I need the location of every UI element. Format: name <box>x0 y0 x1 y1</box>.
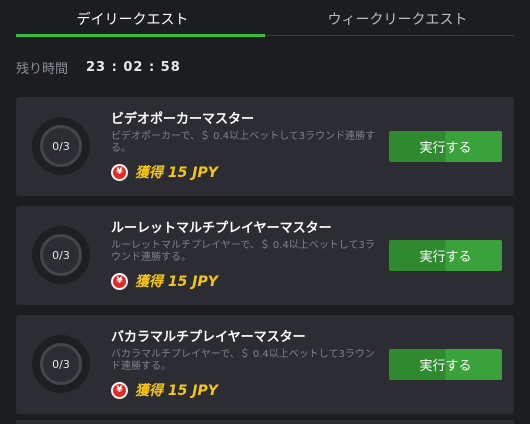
quest-reward: ¥ 獲得 15 JPY <box>111 162 218 182</box>
progress-count: 0/3 <box>40 343 82 385</box>
progress-count: 0/3 <box>40 234 82 276</box>
tab-divider <box>265 35 514 36</box>
next-card-edge <box>16 420 514 424</box>
quest-description: ビデオポーカーで、＄ 0.4以上ベットして3ラウンド連勝する。 <box>111 131 376 154</box>
tab-daily-label: デイリークエスト <box>76 11 189 28</box>
progress-ring: 0/3 <box>32 226 90 284</box>
remaining-time-label: 残り時間 <box>16 61 69 77</box>
execute-button[interactable]: 実行する <box>389 240 502 271</box>
quest-title: ビデオポーカーマスター <box>111 112 255 127</box>
progress-ring: 0/3 <box>32 335 90 393</box>
execute-button[interactable]: 実行する <box>389 131 502 162</box>
quest-title: ルーレットマルチプレイヤーマスター <box>111 221 332 236</box>
tab-daily-quest[interactable]: デイリークエスト <box>0 0 265 37</box>
quest-reward: ¥ 獲得 15 JPY <box>111 271 218 291</box>
quest-description: ルーレットマルチプレイヤーで、＄ 0.4以上ベットして3ラウンド連勝する。 <box>111 240 375 263</box>
execute-button[interactable]: 実行する <box>389 349 502 380</box>
quest-title: バカラマルチプレイヤーマスター <box>111 330 306 345</box>
reward-amount: 獲得 15 JPY <box>135 165 218 181</box>
quest-card: 0/3 ビデオポーカーマスター ビデオポーカーで、＄ 0.4以上ベットして3ラウ… <box>16 97 514 196</box>
remaining-time-value: 23 : 02 : 58 <box>86 59 181 75</box>
quest-card: 0/3 ルーレットマルチプレイヤーマスター ルーレットマルチプレイヤーで、＄ 0… <box>16 206 514 305</box>
quest-card: 0/3 バカラマルチプレイヤーマスター バカラマルチプレイヤーで、＄ 0.4以上… <box>16 315 514 414</box>
progress-count: 0/3 <box>40 125 82 167</box>
quest-description: バカラマルチプレイヤーで、＄ 0.4以上ベットして3ラウンド連勝する。 <box>111 349 375 372</box>
reward-amount: 獲得 15 JPY <box>135 383 218 399</box>
yen-coin-icon: ¥ <box>111 381 128 399</box>
tab-weekly-quest[interactable]: ウィークリークエスト <box>265 0 530 37</box>
yen-coin-icon: ¥ <box>111 272 128 290</box>
quest-reward: ¥ 獲得 15 JPY <box>111 380 218 400</box>
progress-ring: 0/3 <box>32 117 90 175</box>
yen-coin-icon: ¥ <box>111 163 128 181</box>
remaining-time: 残り時間 23 : 02 : 58 <box>16 58 181 77</box>
reward-amount: 獲得 15 JPY <box>135 274 218 290</box>
quest-tabs: デイリークエスト ウィークリークエスト <box>0 0 530 37</box>
tab-weekly-label: ウィークリークエスト <box>327 11 468 28</box>
